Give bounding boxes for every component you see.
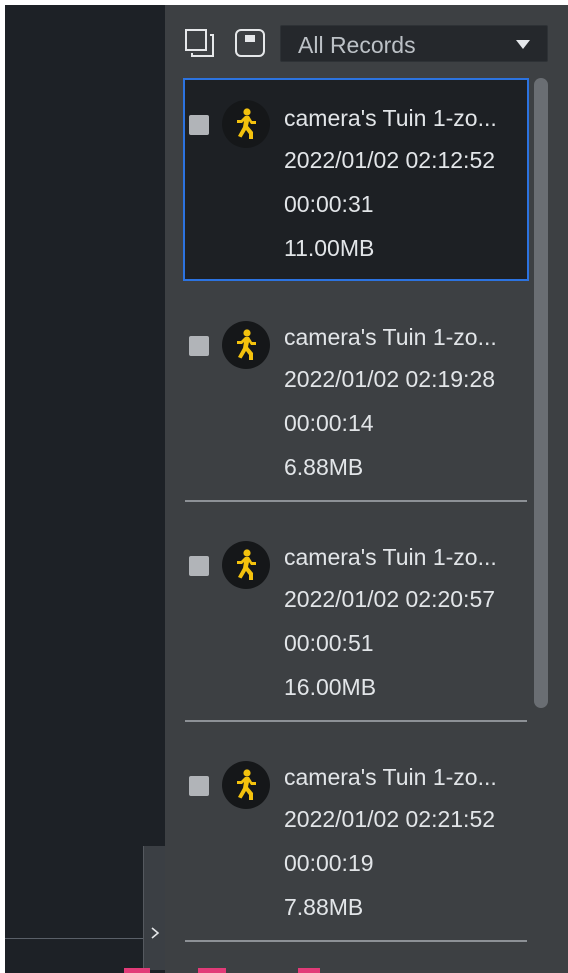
- record-card[interactable]: camera's Tuin 1-zo... 2022/01/02 02:21:52…: [183, 739, 529, 942]
- scrollbar-thumb[interactable]: [534, 78, 548, 708]
- record-datetime: 2022/01/02 02:12:52: [284, 147, 496, 173]
- record-size: 6.88MB: [284, 454, 364, 480]
- record-size: 16.00MB: [284, 674, 377, 700]
- record-duration: 00:00:31: [284, 191, 374, 217]
- record-size: 7.88MB: [284, 894, 364, 920]
- record-card[interactable]: camera's Tuin 1-zo... 2022/01/02 02:12:52…: [183, 78, 529, 281]
- record-title: camera's Tuin 1-zo...: [284, 764, 497, 790]
- card-divider: [185, 500, 527, 502]
- record-title: camera's Tuin 1-zo...: [284, 324, 497, 350]
- bottom-edge-mark: [124, 968, 150, 973]
- record-list: camera's Tuin 1-zo... 2022/01/02 02:12:52…: [183, 78, 531, 942]
- chevron-right-icon: [151, 927, 160, 939]
- record-filter-dropdown[interactable]: All Records: [280, 25, 548, 62]
- record-duration: 00:00:19: [284, 850, 374, 876]
- record-duration: 00:00:51: [284, 630, 374, 656]
- person-walking-icon: [222, 541, 270, 589]
- record-title: camera's Tuin 1-zo...: [284, 105, 497, 131]
- collapse-panel-button[interactable]: [143, 846, 166, 970]
- person-walking-icon: [222, 321, 270, 369]
- record-datetime: 2022/01/02 02:20:57: [284, 586, 496, 612]
- record-checkbox[interactable]: [189, 556, 209, 576]
- caret-down-icon: [516, 40, 530, 49]
- record-card[interactable]: camera's Tuin 1-zo... 2022/01/02 02:19:28…: [183, 299, 529, 502]
- card-divider: [185, 720, 527, 722]
- record-title: camera's Tuin 1-zo...: [284, 544, 497, 570]
- video-preview-area: [5, 5, 165, 973]
- record-size: 11.00MB: [284, 235, 375, 261]
- record-datetime: 2022/01/02 02:19:28: [284, 366, 496, 392]
- sd-card-icon[interactable]: [234, 27, 266, 59]
- record-checkbox[interactable]: [189, 336, 209, 356]
- record-datetime: 2022/01/02 02:21:52: [284, 806, 496, 832]
- record-duration: 00:00:14: [284, 410, 374, 436]
- card-divider: [185, 940, 527, 942]
- timeline-divider: [5, 938, 143, 939]
- record-checkbox[interactable]: [189, 115, 209, 135]
- person-walking-icon: [222, 100, 270, 148]
- record-checkbox[interactable]: [189, 776, 209, 796]
- bottom-edge-mark: [298, 968, 320, 973]
- bottom-edge-mark: [198, 968, 226, 973]
- record-filter-value: All Records: [298, 32, 416, 58]
- select-all-icon[interactable]: [184, 27, 216, 59]
- person-walking-icon: [222, 761, 270, 809]
- record-card[interactable]: camera's Tuin 1-zo... 2022/01/02 02:20:57…: [183, 519, 529, 722]
